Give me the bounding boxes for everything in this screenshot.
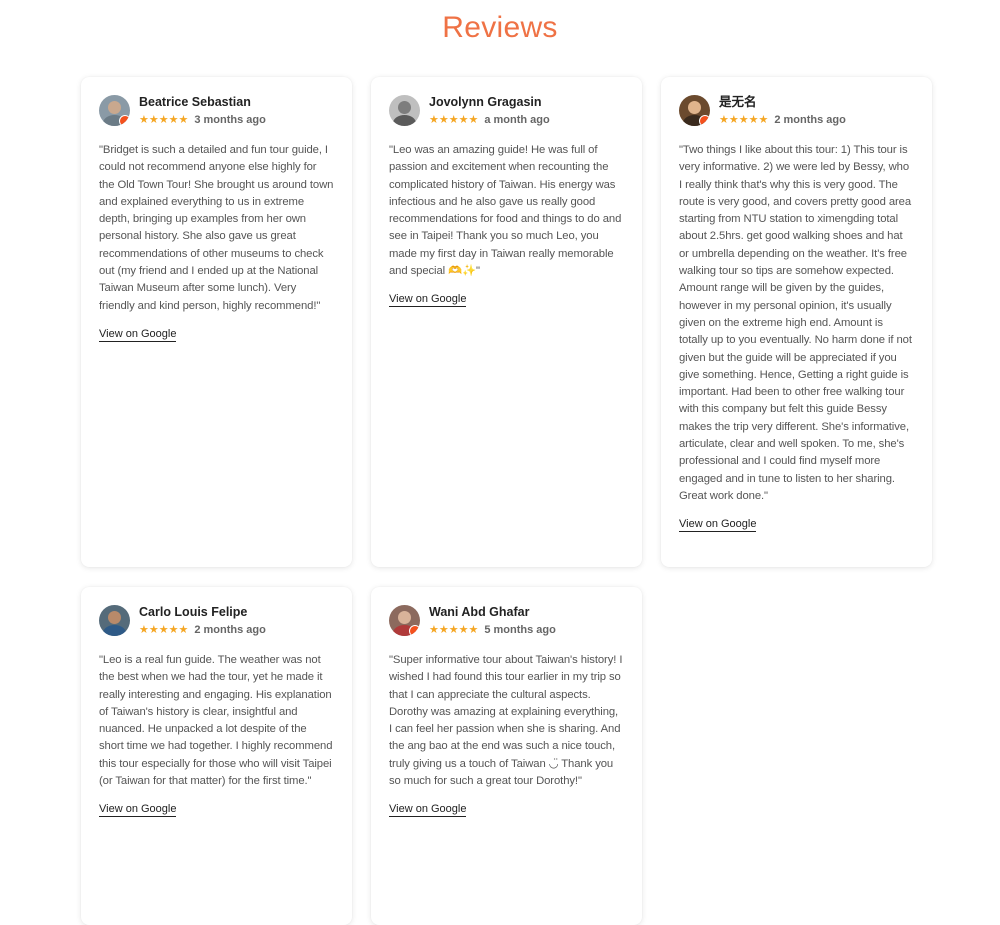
- review-text: "Two things I like about this tour: 1) T…: [679, 144, 912, 502]
- reviewer-name: Wani Abd Ghafar: [429, 605, 530, 620]
- review-text: "Leo was an amazing guide! He was full o…: [389, 144, 622, 278]
- view-on-google-link[interactable]: View on Google: [679, 518, 757, 533]
- star-rating-icon: ★★★★★: [139, 113, 189, 126]
- star-rating-icon: ★★★★★: [139, 623, 189, 636]
- google-badge-icon: [409, 625, 420, 636]
- review-card: Jovolynn Gragasin ★★★★★ a month ago "Leo…: [371, 77, 642, 567]
- review-card: 是无名 ★★★★★ 2 months ago "Two things I lik…: [661, 77, 932, 567]
- reviewer-name: Beatrice Sebastian: [139, 95, 251, 110]
- view-on-google-link[interactable]: View on Google: [99, 803, 177, 818]
- google-badge-icon: [699, 115, 710, 126]
- review-header: Carlo Louis Felipe ★★★★★ 2 months ago: [99, 605, 334, 636]
- google-badge-icon: [119, 115, 130, 126]
- review-time: 3 months ago: [194, 113, 266, 126]
- avatar: [389, 95, 420, 126]
- star-rating-icon: ★★★★★: [429, 623, 479, 636]
- review-card: Beatrice Sebastian ★★★★★ 3 months ago "B…: [81, 77, 352, 567]
- view-on-google-link[interactable]: View on Google: [99, 328, 177, 342]
- avatar: [99, 95, 130, 126]
- review-card: Wani Abd Ghafar ★★★★★ 5 months ago "Supe…: [371, 587, 642, 925]
- view-on-google-link[interactable]: View on Google: [389, 803, 467, 818]
- reviews-grid: Beatrice Sebastian ★★★★★ 3 months ago "B…: [0, 46, 1000, 925]
- review-header: 是无名 ★★★★★ 2 months ago: [679, 95, 914, 126]
- avatar: [99, 605, 130, 636]
- avatar: [389, 605, 420, 636]
- view-on-google-link[interactable]: View on Google: [389, 293, 467, 308]
- review-time: 2 months ago: [774, 113, 846, 126]
- star-rating-icon: ★★★★★: [429, 113, 479, 126]
- star-rating-icon: ★★★★★: [719, 113, 769, 126]
- reviewer-name: Jovolynn Gragasin: [429, 95, 542, 110]
- review-text: "Leo is a real fun guide. The weather wa…: [99, 654, 333, 788]
- review-header: Wani Abd Ghafar ★★★★★ 5 months ago: [389, 605, 624, 636]
- review-text: "Bridget is such a detailed and fun tour…: [99, 144, 334, 312]
- review-time: 5 months ago: [484, 623, 556, 636]
- reviewer-name: 是无名: [719, 95, 757, 110]
- review-time: 2 months ago: [194, 623, 266, 636]
- review-text: "Super informative tour about Taiwan's h…: [389, 654, 623, 788]
- review-card: Carlo Louis Felipe ★★★★★ 2 months ago "L…: [81, 587, 352, 925]
- avatar: [679, 95, 710, 126]
- reviewer-name: Carlo Louis Felipe: [139, 605, 248, 620]
- review-time: a month ago: [484, 113, 550, 126]
- review-header: Beatrice Sebastian ★★★★★ 3 months ago: [99, 95, 334, 126]
- page-title: Reviews: [442, 11, 558, 44]
- review-header: Jovolynn Gragasin ★★★★★ a month ago: [389, 95, 624, 126]
